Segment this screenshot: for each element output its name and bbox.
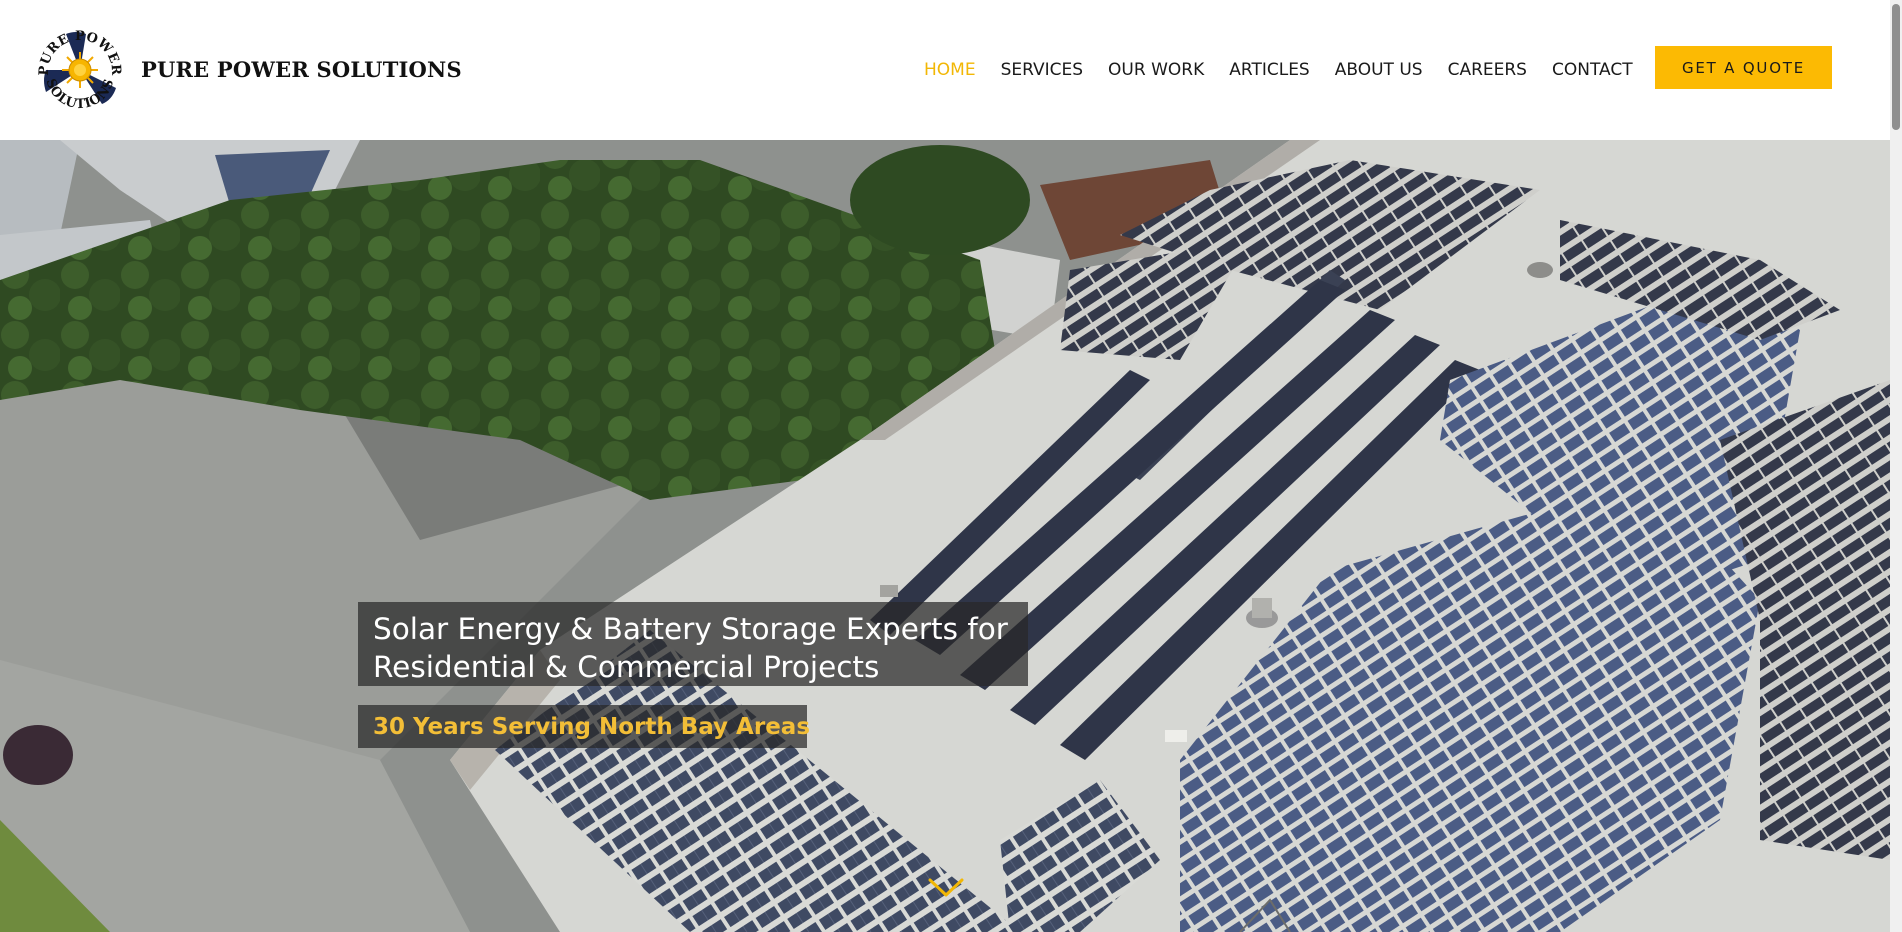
nav-articles[interactable]: ARTICLES: [1229, 61, 1309, 79]
nav-our-work[interactable]: OUR WORK: [1108, 61, 1204, 79]
nav-home-label: HOME: [924, 59, 976, 80]
hero-headline-box: Solar Energy & Battery Storage Experts f…: [358, 602, 1028, 686]
nav-services[interactable]: SERVICES: [1001, 61, 1083, 79]
brand[interactable]: PURE POWER SOLUTIONS PURE POWER SOLUTION…: [36, 22, 462, 116]
nav-about-us[interactable]: ABOUT US: [1335, 61, 1423, 79]
nav-contact[interactable]: CONTACT: [1552, 61, 1633, 79]
scrollbar-thumb[interactable]: [1892, 4, 1900, 130]
nav-careers[interactable]: CAREERS: [1448, 61, 1527, 79]
page-scrollbar[interactable]: [1890, 0, 1902, 932]
get-a-quote-button[interactable]: GET A QUOTE: [1655, 46, 1832, 89]
hero-headline-line-2: Residential & Commercial Projects: [373, 650, 880, 684]
hero-tagline-box: 30 Years Serving North Bay Areas: [358, 705, 811, 748]
nav-home[interactable]: HOME: [924, 59, 976, 80]
site-header: PURE POWER SOLUTIONS PURE POWER SOLUTION…: [0, 0, 1890, 140]
hero-headline-line-1: Solar Energy & Battery Storage Experts f…: [373, 612, 1008, 646]
company-logo[interactable]: PURE POWER SOLUTIONS: [36, 22, 124, 116]
hero-tagline: 30 Years Serving North Bay Areas: [373, 713, 811, 740]
brand-name[interactable]: PURE POWER SOLUTIONS: [141, 57, 462, 82]
hero-section: Solar Energy & Battery Storage Experts f…: [0, 140, 1890, 932]
hero-background-image: [0, 140, 1890, 932]
chevron-down-icon[interactable]: [928, 877, 964, 899]
main-nav: HOME SERVICES OUR WORK ARTICLES ABOUT US…: [924, 0, 1658, 140]
